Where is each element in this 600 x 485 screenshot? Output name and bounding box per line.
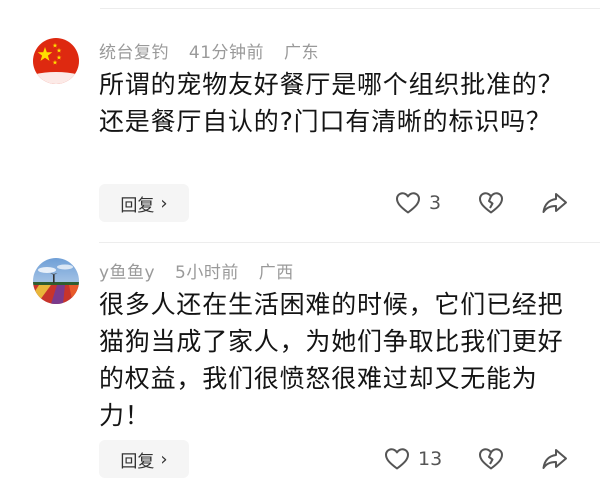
reply-label: 回复 [120, 195, 155, 216]
chevron-right-icon: › [160, 192, 168, 214]
broken-heart-icon[interactable] [478, 447, 504, 471]
comment-meta: y鱼鱼y 5小时前 广西 [99, 258, 308, 283]
heart-icon [384, 447, 410, 471]
like-button[interactable]: 3 [395, 191, 441, 215]
reply-button[interactable]: 回复 › [99, 440, 189, 478]
like-count: 13 [418, 448, 443, 470]
avatar[interactable] [33, 38, 79, 84]
comment-meta: 统台复钓 41分钟前 广东 [99, 38, 333, 63]
like-button[interactable]: 13 [384, 447, 442, 471]
timestamp: 41分钟前 [188, 43, 265, 63]
username[interactable]: y鱼鱼y [99, 263, 155, 283]
top-spacer [0, 0, 600, 6]
top-divider [100, 8, 600, 9]
like-count: 3 [429, 192, 442, 214]
avatar[interactable] [33, 258, 79, 304]
timestamp: 5小时前 [175, 263, 239, 283]
chevron-right-icon: › [160, 448, 168, 470]
location: 广东 [283, 43, 319, 63]
comment-text[interactable]: 所谓的宠物友好餐厅是哪个组织批准的？还是餐厅自认的?门口有清晰的标识吗？ [99, 66, 569, 140]
comment-text[interactable]: 很多人还在生活困难的时候，它们已经把猫狗当成了家人，为她们争取比我们更好的权益，… [99, 286, 569, 434]
landscape-photo-avatar [33, 258, 79, 304]
comment-actions: 13 [384, 440, 442, 478]
username[interactable]: 统台复钓 [99, 43, 169, 63]
share-icon[interactable] [541, 447, 569, 471]
reply-button[interactable]: 回复 › [99, 184, 189, 222]
broken-heart-icon[interactable] [478, 191, 504, 215]
comment-actions: 3 [395, 184, 441, 222]
location: 广西 [258, 263, 294, 283]
comment-divider [99, 242, 600, 243]
china-flag-icon [33, 38, 79, 84]
share-icon[interactable] [541, 191, 569, 215]
reply-label: 回复 [120, 451, 155, 472]
heart-icon [395, 191, 421, 215]
